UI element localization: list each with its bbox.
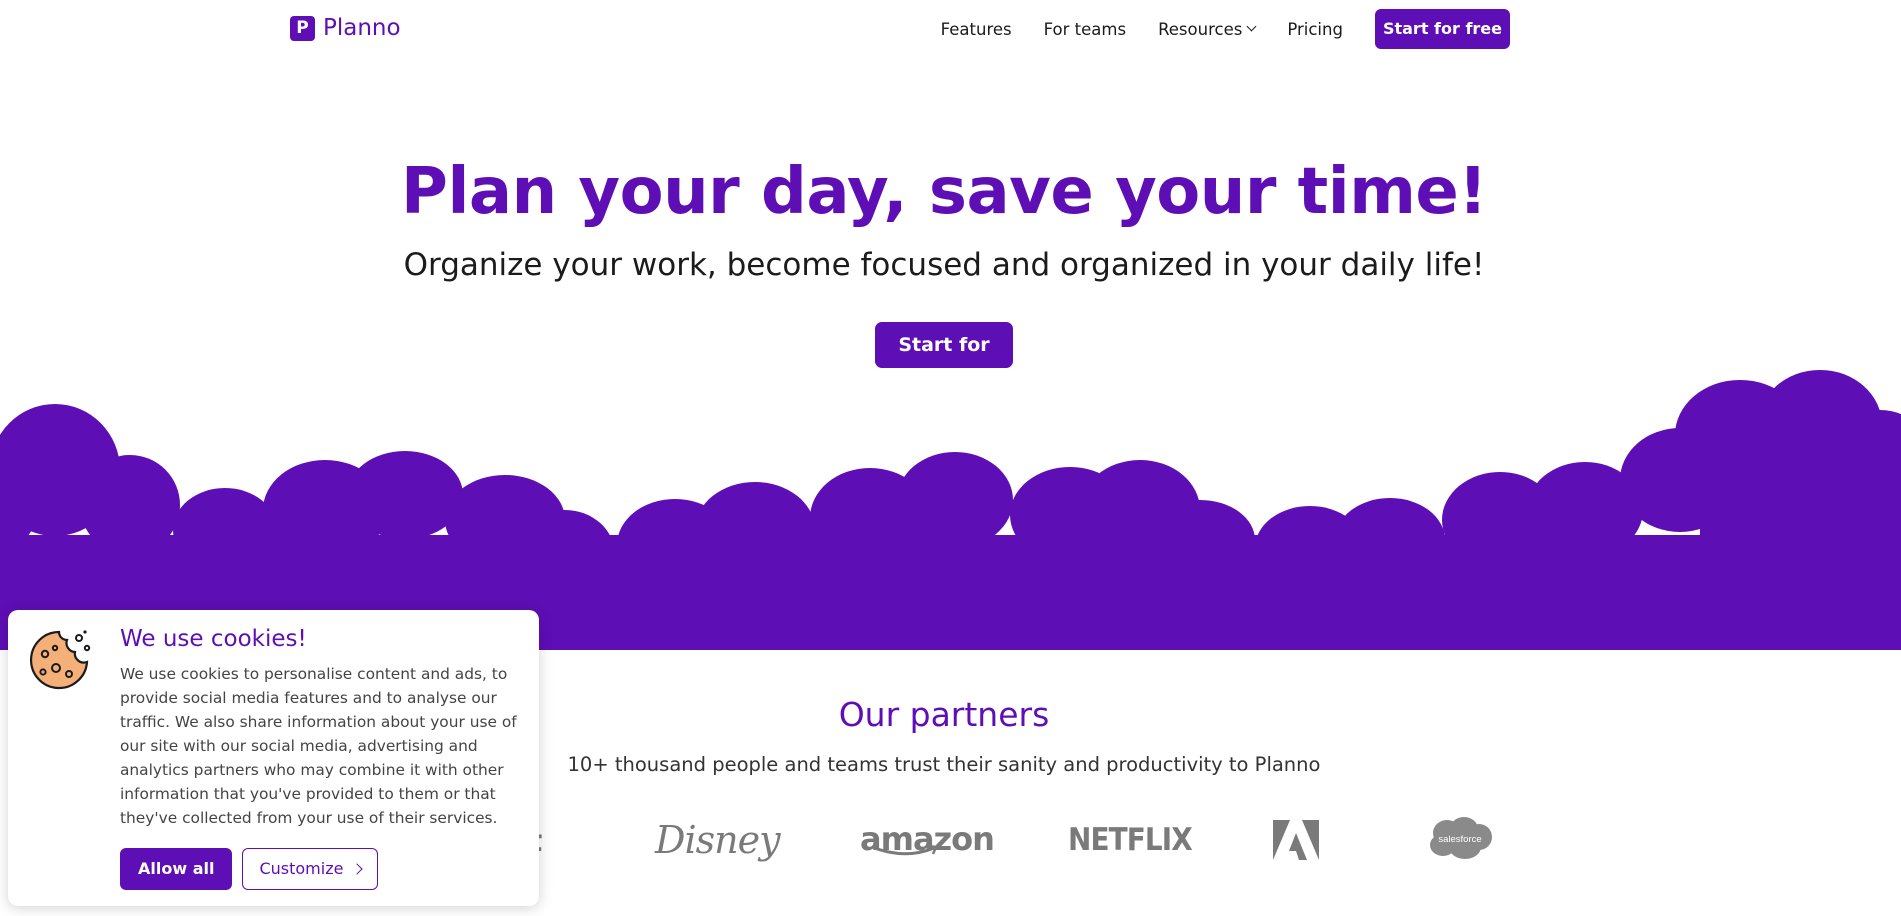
- chevron-down-icon: [1246, 21, 1257, 32]
- cookie-title: We use cookies!: [120, 626, 307, 652]
- adobe-logo-icon: [1273, 820, 1319, 860]
- nav-pricing[interactable]: Pricing: [1287, 20, 1343, 39]
- nav-start-for-free-button[interactable]: Start for free: [1374, 9, 1510, 49]
- nav-resources[interactable]: Resources: [1158, 19, 1257, 39]
- logo-icon: P: [290, 15, 315, 41]
- hero-start-for-free-button[interactable]: Start for free: [875, 322, 1013, 402]
- allow-all-button[interactable]: Allow all: [120, 848, 233, 890]
- chevron-right-icon: [351, 863, 364, 875]
- nav-resources-label: Resources: [1158, 19, 1243, 39]
- top-navigation: Features For teams Resources Pricing Sta…: [941, 9, 1510, 49]
- customize-button[interactable]: Customize: [242, 848, 379, 890]
- hero-subtitle: Organize your work, become focused and o…: [403, 247, 1485, 283]
- cloud-banner: [0, 370, 1901, 650]
- hero-title: Plan your day, save your time!: [401, 155, 1487, 229]
- amazon-smile-icon: [871, 844, 938, 856]
- salesforce-logo-icon: salesforce: [1430, 817, 1492, 859]
- cookie-description: We use cookies to personalise content an…: [120, 665, 517, 827]
- nav-for-teams[interactable]: For teams: [1044, 20, 1126, 39]
- partner-logo-disney: Disney: [655, 818, 781, 862]
- customize-button-label: Customize: [259, 859, 344, 878]
- nav-features[interactable]: Features: [941, 20, 1012, 39]
- cookie-icon: [29, 630, 91, 690]
- brand-logo[interactable]: P Planno: [290, 14, 401, 42]
- cookie-actions: Allow all Customize: [120, 848, 379, 890]
- cookie-consent-dialog: We use cookies! We use cookies to person…: [8, 610, 539, 906]
- salesforce-logo-text: salesforce: [1438, 834, 1481, 845]
- brand-name: Planno: [323, 15, 401, 41]
- partner-logo-netflix: NETFLIX: [1068, 822, 1193, 858]
